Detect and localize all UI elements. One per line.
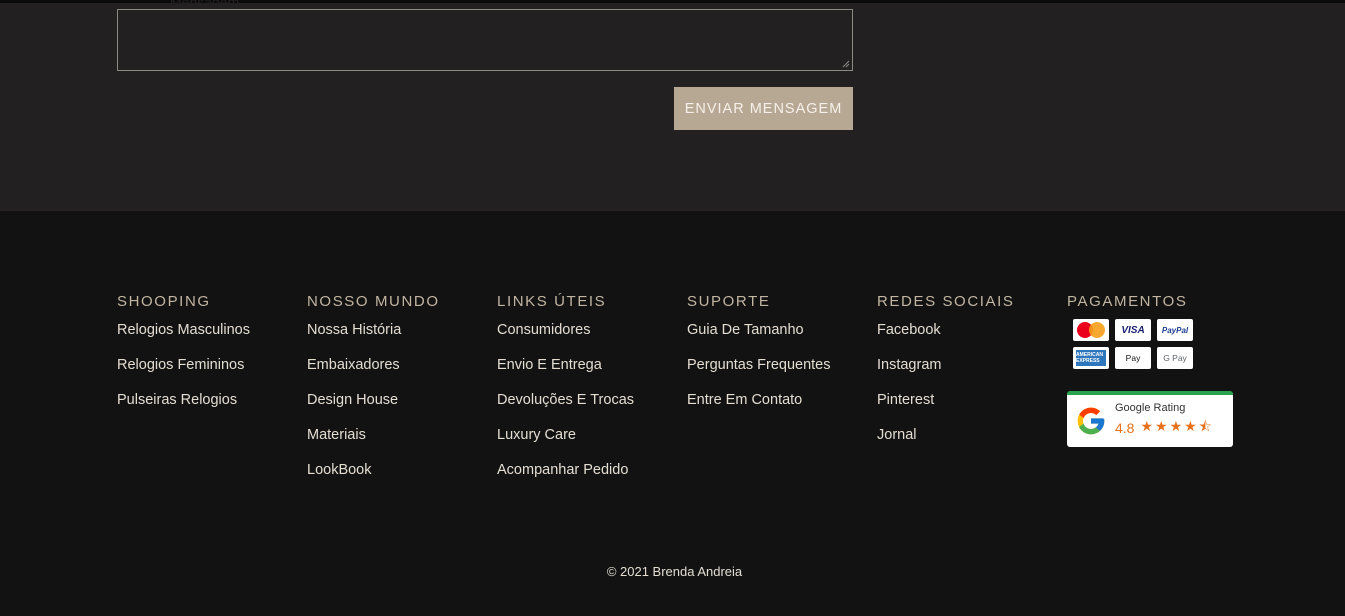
footer-column-pagamentos: PAGAMENTOS VISA PayPal AMERICAN EXPRESS … [1067,293,1233,447]
footer-link[interactable]: Guia De Tamanho [687,321,830,356]
footer-link[interactable]: Entre Em Contato [687,391,830,426]
footer-link-jornal[interactable]: Jornal [877,426,1015,461]
column-title: SUPORTE [687,293,771,310]
footer-link[interactable]: Acompanhar Pedido [497,461,634,496]
footer-link[interactable]: Devoluções E Trocas [497,391,634,426]
amex-label: AMERICAN EXPRESS [1076,350,1106,366]
footer-link[interactable]: Perguntas Frequentes [687,356,830,391]
contact-section: Mensagem ENVIAR MENSAGEM [0,0,1345,211]
footer-link[interactable]: Consumidores [497,321,634,356]
footer-column-nosso-mundo: NOSSO MUNDO Nossa História Embaixadores … [307,293,440,496]
apple-pay-icon: Pay [1115,347,1151,369]
copyright-text: © 2021 Brenda Andreia [606,564,743,579]
footer-link[interactable]: Luxury Care [497,426,634,461]
google-rating-badge[interactable]: Google Rating 4.8 ★★★★⯪ [1067,391,1233,447]
footer-link[interactable]: Materiais [307,426,440,461]
send-message-button[interactable]: ENVIAR MENSAGEM [674,87,853,130]
message-textarea[interactable] [117,9,853,71]
footer-column-redes-sociais: REDES SOCIAIS Facebook Instagram Pintere… [877,293,1015,461]
footer-link-instagram[interactable]: Instagram [877,356,1015,391]
resize-handle-icon[interactable] [842,60,850,68]
google-icon [1077,407,1105,435]
column-title: LINKS ÚTEIS [497,293,607,310]
paypal-icon: PayPal [1157,319,1193,341]
footer-link[interactable]: Envio E Entrega [497,356,634,391]
footer-link-pinterest[interactable]: Pinterest [877,391,1015,426]
footer-link[interactable]: Relogios Masculinos [117,321,250,356]
site-footer: SHOOPING Relogios Masculinos Relogios Fe… [0,211,1345,616]
mastercard-icon [1073,319,1109,341]
column-title: PAGAMENTOS [1067,293,1188,310]
american-express-icon: AMERICAN EXPRESS [1073,347,1109,369]
footer-column-links-uteis: LINKS ÚTEIS Consumidores Envio E Entrega… [497,293,634,496]
visa-icon: VISA [1115,319,1151,341]
footer-link[interactable]: Relogios Femininos [117,356,250,391]
column-title: NOSSO MUNDO [307,293,440,310]
google-pay-icon: G Pay [1157,347,1193,369]
star-rating-icon: ★★★★⯪ [1140,418,1214,434]
footer-column-shopping: SHOOPING Relogios Masculinos Relogios Fe… [117,293,250,426]
footer-link[interactable]: LookBook [307,461,440,496]
footer-link[interactable]: Embaixadores [307,356,440,391]
footer-link-facebook[interactable]: Facebook [877,321,1015,356]
column-title: REDES SOCIAIS [877,293,1015,310]
footer-link[interactable]: Design House [307,391,440,426]
rating-score: 4.8 [1115,420,1135,436]
column-title: SHOOPING [117,293,211,310]
footer-link[interactable]: Pulseiras Relogios [117,391,250,426]
footer-column-suporte: SUPORTE Guia De Tamanho Perguntas Freque… [687,293,830,426]
rating-title: Google Rating [1115,402,1186,414]
footer-link[interactable]: Nossa História [307,321,440,356]
payment-methods: VISA PayPal AMERICAN EXPRESS Pay G Pay [1073,319,1233,369]
